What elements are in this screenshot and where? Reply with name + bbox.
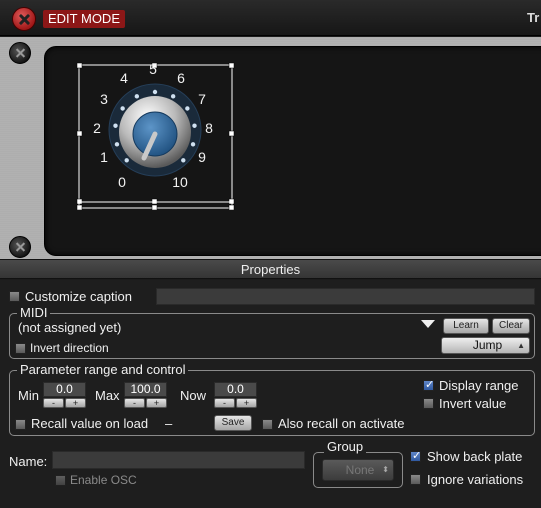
- min-increment-button[interactable]: +: [65, 398, 86, 408]
- group-title: Group: [324, 439, 367, 454]
- tick-label: 7: [198, 91, 206, 107]
- ignore-variations-checkbox[interactable]: [410, 474, 421, 485]
- invert-direction-checkbox[interactable]: [15, 343, 26, 354]
- updown-arrows-icon: ⬍: [382, 465, 389, 474]
- group-select[interactable]: None ⬍: [322, 459, 394, 481]
- max-label: Max: [95, 388, 120, 403]
- tick-label: 4: [120, 70, 128, 86]
- tick-label: 6: [177, 70, 185, 86]
- knob-scale-dot: [124, 158, 129, 163]
- tick-label: 8: [205, 120, 213, 136]
- knob-widget[interactable]: 0 1 2 3 4 5 6 7 8 9 10: [76, 62, 236, 210]
- properties-header: Properties: [0, 259, 541, 279]
- enable-osc-checkbox[interactable]: [55, 475, 66, 486]
- knob-scale-dot: [134, 94, 140, 99]
- updown-arrows-icon: ▲: [517, 341, 525, 350]
- min-value-field[interactable]: 0.0: [43, 382, 86, 397]
- recall-value-label: Recall value on load: [31, 416, 149, 431]
- top-right-label: Tr: [527, 10, 540, 25]
- midi-assignment-label: (not assigned yet): [18, 320, 122, 335]
- recall-value-display: –: [165, 416, 173, 431]
- customize-caption-label: Customize caption: [25, 289, 132, 304]
- name-label: Name:: [9, 454, 48, 469]
- max-value-field[interactable]: 100.0: [124, 382, 167, 397]
- tick-label: 10: [172, 174, 188, 190]
- knob-scale-dot: [190, 142, 196, 147]
- tick-label: 5: [149, 62, 157, 77]
- max-decrement-button[interactable]: -: [124, 398, 145, 408]
- recall-value-checkbox[interactable]: [15, 419, 26, 430]
- now-label: Now: [180, 388, 207, 403]
- screw-icon: [9, 236, 31, 258]
- knob-scale-dot: [152, 89, 158, 95]
- tick-label: 3: [100, 91, 108, 107]
- invert-value-checkbox[interactable]: [423, 398, 434, 409]
- tick-label: 9: [198, 149, 206, 165]
- show-back-plate-label: Show back plate: [427, 449, 523, 464]
- midi-mode-value: Jump: [472, 338, 503, 352]
- close-edit-mode-icon[interactable]: [12, 7, 36, 31]
- tick-label: 0: [118, 174, 126, 190]
- clear-button[interactable]: Clear: [492, 318, 530, 334]
- now-decrement-button[interactable]: -: [214, 398, 235, 408]
- customize-caption-checkbox[interactable]: [9, 291, 20, 302]
- show-back-plate-checkbox[interactable]: [410, 449, 421, 462]
- knob-scale-dot: [113, 123, 118, 128]
- knob-scale-dot: [114, 142, 120, 147]
- triangle-down-icon[interactable]: [421, 320, 435, 328]
- parameter-range-title: Parameter range and control: [17, 362, 189, 377]
- ignore-variations-label: Ignore variations: [427, 472, 524, 487]
- name-field[interactable]: [52, 451, 305, 469]
- group-select-value: None: [345, 463, 375, 477]
- knob-scale-dot: [192, 123, 197, 128]
- now-value-field[interactable]: 0.0: [214, 382, 257, 397]
- max-increment-button[interactable]: +: [146, 398, 167, 408]
- recall-on-activate-checkbox[interactable]: [262, 419, 273, 430]
- save-button[interactable]: Save: [214, 415, 252, 431]
- invert-value-label: Invert value: [439, 396, 507, 411]
- tick-label: 1: [100, 149, 108, 165]
- midi-mode-select[interactable]: Jump ▲: [441, 337, 530, 354]
- display-range-checkbox[interactable]: [423, 378, 434, 391]
- knob-scale-dot: [185, 106, 190, 111]
- tick-label: 2: [93, 120, 101, 136]
- midi-group-title: MIDI: [17, 305, 51, 320]
- caption-field[interactable]: [156, 288, 535, 305]
- edit-mode-label: EDIT MODE: [43, 10, 125, 28]
- display-range-label: Display range: [439, 378, 519, 393]
- knob-scale-dot: [170, 94, 176, 99]
- min-label: Min: [18, 388, 39, 403]
- learn-button[interactable]: Learn: [443, 318, 489, 334]
- knob-scale-dot: [120, 106, 125, 111]
- knob-scale-dot: [181, 158, 186, 163]
- min-decrement-button[interactable]: -: [43, 398, 64, 408]
- enable-osc-label: Enable OSC: [70, 473, 137, 487]
- recall-on-activate-label: Also recall on activate: [278, 416, 405, 431]
- now-increment-button[interactable]: +: [236, 398, 257, 408]
- screw-icon: [9, 42, 31, 64]
- invert-direction-label: Invert direction: [30, 341, 109, 355]
